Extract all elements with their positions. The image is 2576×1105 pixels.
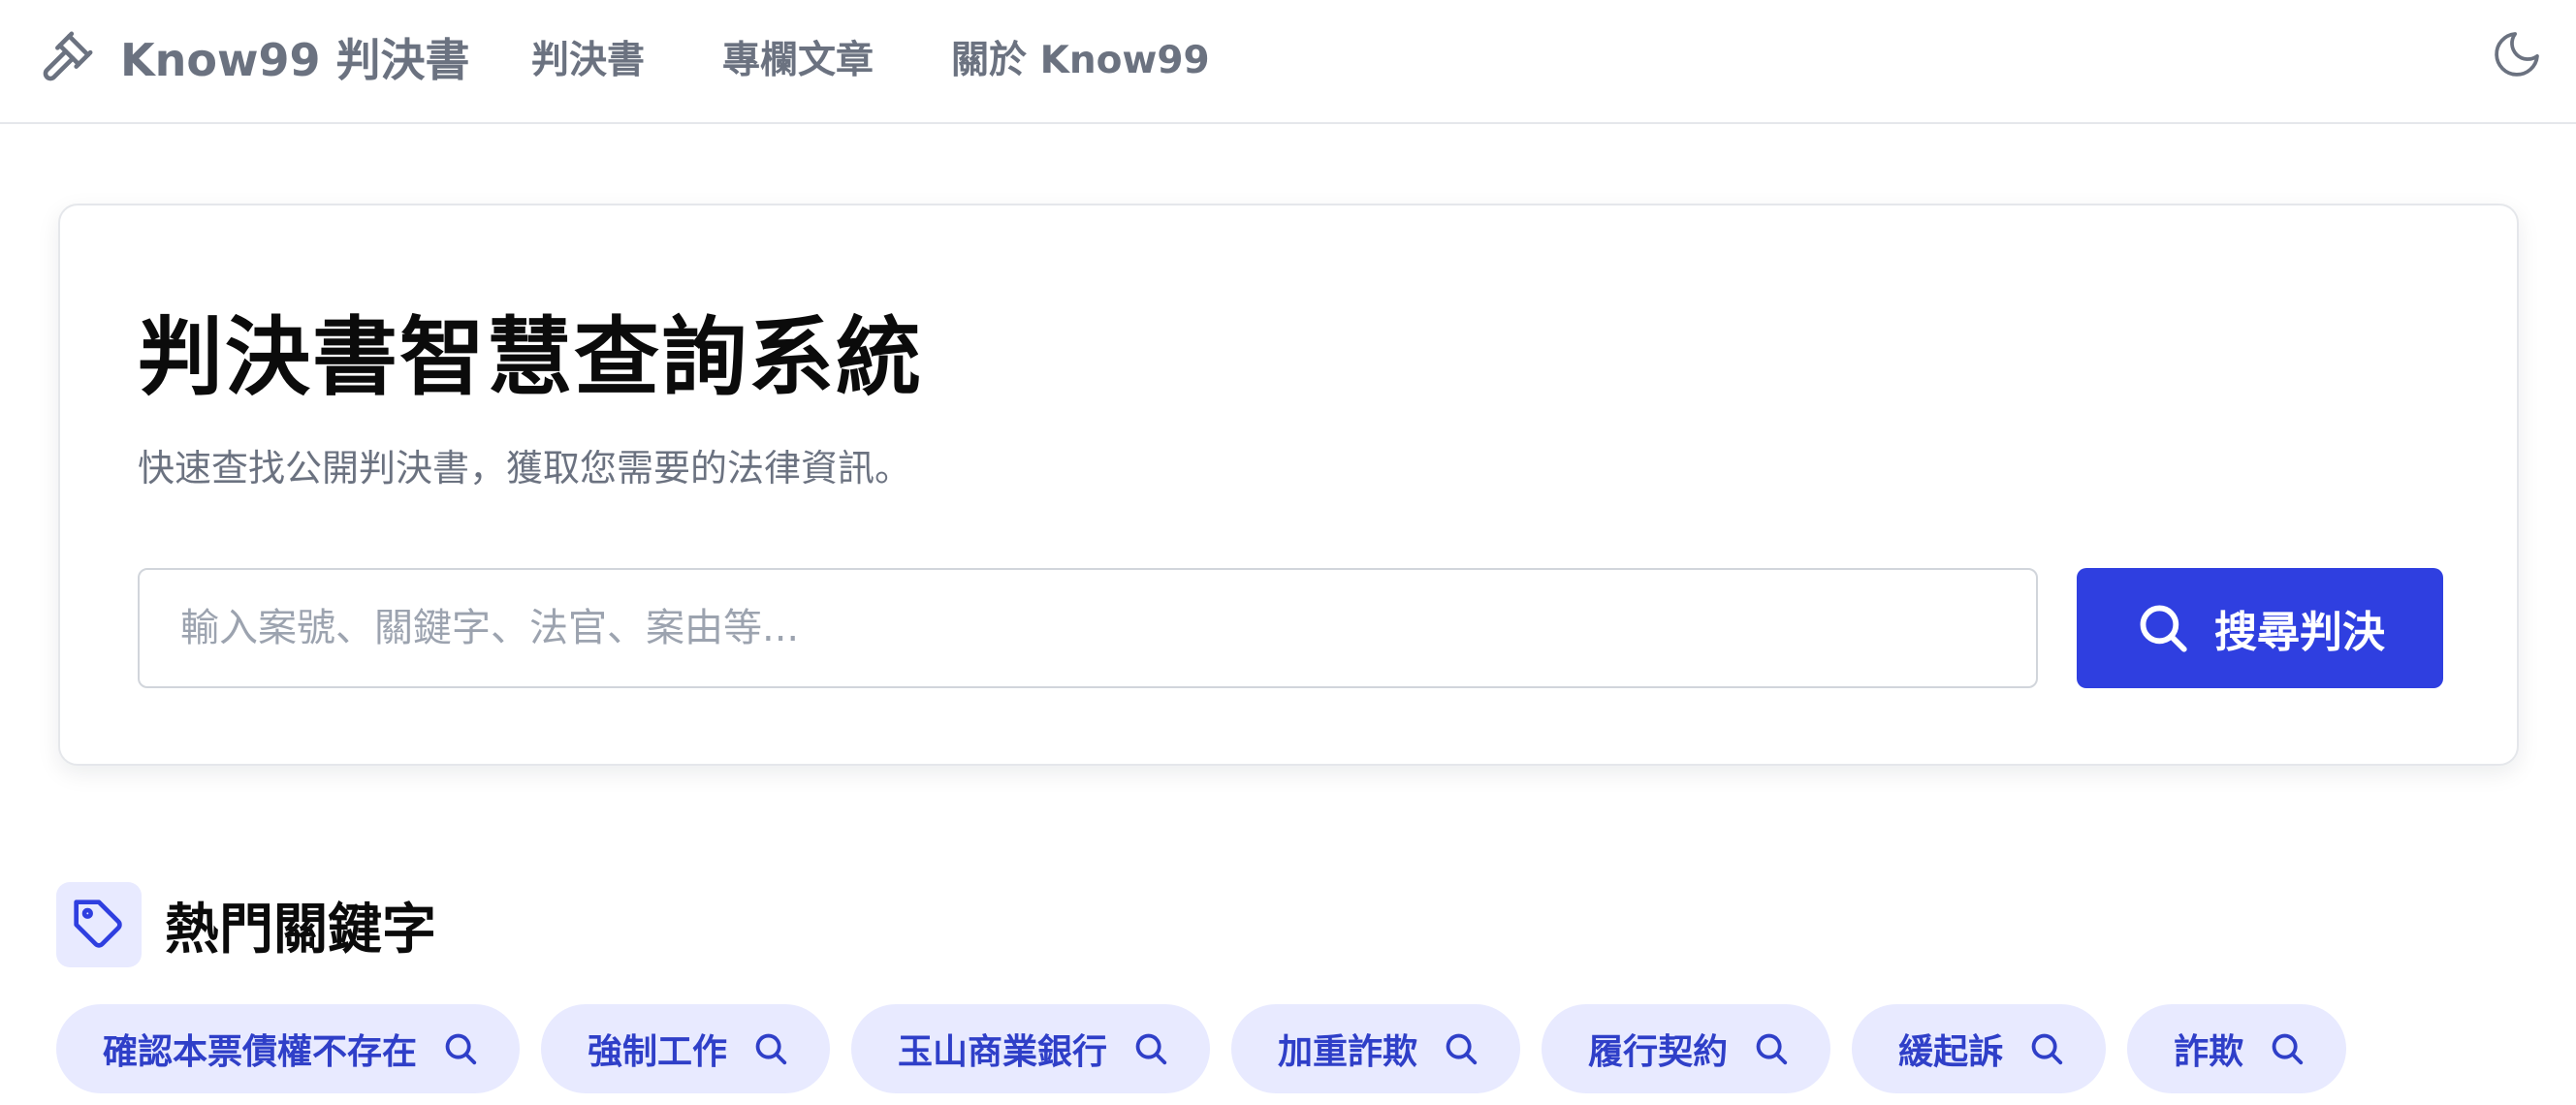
search-input[interactable] bbox=[138, 568, 2038, 688]
search-icon bbox=[755, 1033, 787, 1065]
gavel-icon bbox=[43, 31, 93, 81]
search-icon bbox=[2031, 1033, 2063, 1065]
search-icon bbox=[1756, 1033, 1788, 1065]
search-button-label: 搜尋判決 bbox=[2214, 608, 2385, 657]
nav-item-articles[interactable]: 專欄文章 bbox=[722, 30, 874, 84]
tag-icon-badge bbox=[56, 882, 142, 967]
hot-keywords-header: 熱門關鍵字 bbox=[56, 882, 436, 967]
keyword-chip[interactable]: 履行契約 bbox=[1542, 1004, 1831, 1093]
page-subtitle: 快速查找公開判決書，獲取您需要的法律資訊。 bbox=[138, 447, 912, 489]
keyword-chip-label: 緩起訴 bbox=[1898, 1032, 2004, 1072]
nav-item-about[interactable]: 關於 Know99 bbox=[951, 30, 1210, 84]
keyword-chip-label: 詐欺 bbox=[2174, 1032, 2244, 1072]
search-icon bbox=[2140, 605, 2187, 652]
theme-toggle-button[interactable] bbox=[2488, 25, 2546, 83]
keyword-chip-label: 確認本票債權不存在 bbox=[103, 1032, 418, 1072]
tag-icon bbox=[74, 900, 122, 948]
keyword-chip[interactable]: 加重詐欺 bbox=[1231, 1004, 1521, 1093]
page-title: 判決書智慧查詢系統 bbox=[138, 307, 924, 407]
keyword-chip[interactable]: 詐欺 bbox=[2127, 1004, 2347, 1093]
main-nav: 判決書 專欄文章 關於 Know99 bbox=[531, 21, 1210, 93]
keyword-chip[interactable]: 玉山商業銀行 bbox=[851, 1004, 1211, 1093]
top-navbar: Know99 判決書 判決書 專欄文章 關於 Know99 bbox=[0, 0, 2576, 124]
moon-icon bbox=[2495, 32, 2539, 77]
hot-keywords-title: 熱門關鍵字 bbox=[165, 898, 436, 962]
keyword-chip-label: 履行契約 bbox=[1588, 1032, 1729, 1072]
search-icon bbox=[445, 1033, 477, 1065]
keyword-chip-label: 玉山商業銀行 bbox=[898, 1032, 1108, 1072]
keyword-chip[interactable]: 緩起訴 bbox=[1852, 1004, 2107, 1093]
nav-item-judgments[interactable]: 判決書 bbox=[531, 30, 645, 84]
keyword-chip-label: 加重詐欺 bbox=[1278, 1032, 1418, 1072]
keyword-chip[interactable]: 確認本票債權不存在 bbox=[56, 1004, 521, 1093]
keyword-chip-label: 強制工作 bbox=[588, 1032, 728, 1072]
brand-name: Know99 判決書 bbox=[120, 34, 470, 86]
search-icon bbox=[1446, 1033, 1478, 1065]
search-icon bbox=[2272, 1033, 2304, 1065]
search-icon bbox=[1135, 1033, 1167, 1065]
keyword-chip[interactable]: 強制工作 bbox=[541, 1004, 831, 1093]
search-button[interactable]: 搜尋判決 bbox=[2077, 568, 2443, 688]
search-hero-card: 判決書智慧查詢系統 快速查找公開判決書，獲取您需要的法律資訊。 搜尋判決 bbox=[58, 204, 2519, 766]
hot-keywords-list: 確認本票債權不存在 強制工作 玉山商業銀行 加重詐欺 履行契約 緩起訴 詐欺 bbox=[56, 1004, 2347, 1093]
brand-link[interactable]: Know99 判決書 bbox=[39, 21, 470, 93]
